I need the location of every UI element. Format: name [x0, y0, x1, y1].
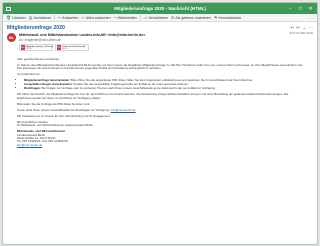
window-title: Mitgliederumfrage 2020 - Nachricht (HTML…: [114, 6, 206, 11]
list-item: Rückfragen: Bei Fragen zur Umfrage oder …: [24, 87, 303, 90]
message-subject: Mitgliederumfrage 2020: [7, 25, 65, 31]
reply-icon: ↩: [57, 15, 62, 20]
list-intro: So funktioniert es:: [17, 72, 41, 77]
title-bar: Mitgliederumfrage 2020 - Nachricht (HTML…: [3, 3, 317, 14]
contact-email-link[interactable]: info@mlm-berlin.de: [111, 108, 136, 112]
envelope-icon: ✉: [170, 15, 175, 20]
move-button[interactable]: ▭ Verschieben: [143, 15, 168, 20]
pdf-file-icon: PDF: [57, 45, 61, 50]
message-date: Di 07.04.2020 16:52: [289, 32, 313, 35]
intro-paragraph: im Namen des Mittelstandsverbandes Lande…: [17, 63, 302, 71]
attachment-size: 88 KB: [62, 47, 67, 50]
pdf-file-icon: PDF: [21, 45, 25, 50]
signature-block: Mit freundlichen Grüßen Ihr Mittelstand-…: [17, 120, 303, 147]
flag-button[interactable]: ⚑ Kennzeichnen: [214, 15, 241, 20]
reply-all-icon: ↩: [81, 15, 85, 20]
mark-read-button[interactable]: ✉ Als gelesen markieren: [171, 15, 211, 20]
folder-icon: ▭: [143, 15, 148, 20]
forward-icon: ↪: [113, 15, 117, 20]
forward-button[interactable]: ↪ Weiterleiten: [114, 15, 137, 20]
message-body: Sehr geehrte Damen und Herren, im Namen …: [3, 56, 317, 147]
mail-window: Mitgliederumfrage 2020 - Nachricht (HTML…: [2, 2, 318, 245]
attachment-item[interactable]: PDF Datenschutzhinweis.pdf 88 KB: [55, 44, 89, 51]
greeting: Sehr geehrte Damen und Herren,: [17, 57, 60, 61]
toolbar-divider: [54, 15, 55, 20]
thanks-paragraph: Wir bedanken uns im Voraus für Ihre Unte…: [17, 113, 111, 118]
flag-icon: ⚑: [213, 15, 218, 20]
signature-email-link[interactable]: info@mlm-berlin.de: [17, 143, 42, 147]
recipient-line: An: mitglieder@mlm-berlin.de: [19, 38, 62, 42]
close-button[interactable]: ✕: [307, 5, 314, 13]
trash-icon: 🗑: [6, 15, 12, 20]
delete-button[interactable]: 🗑 Löschen: [6, 15, 26, 20]
attachment-item[interactable]: PDF Mitgliederumfrage_2020.pdf 245 KB: [19, 44, 53, 51]
sender-name[interactable]: Mittelstand- und Mittelstandsunion Lande…: [19, 33, 313, 37]
message-toolbar: 🗑 Löschen ▤ Archivieren ↩ Antworten ↩ Allen …: [3, 14, 317, 22]
instruction-list: Mitgliederumfrage herunterladen: Bitte ö…: [22, 79, 303, 90]
reply-button[interactable]: ↩ Antworten: [58, 15, 79, 20]
reply-all-icon[interactable]: ↩: [296, 25, 300, 31]
closing-names: Ihr Mittelstand- und Wirtschaftsunion La…: [17, 123, 93, 128]
pdf-paragraph: Bitte laden Sie die Umfrage als PDF-Date…: [17, 101, 90, 106]
archive-button[interactable]: ▤ Archivieren: [29, 15, 52, 20]
archive-icon: ▤: [28, 15, 33, 20]
minimize-button[interactable]: −: [287, 5, 294, 13]
deadline-paragraph: Wir bitten Sie herzlich, die Mitgliederu…: [17, 92, 289, 100]
attachment-size: 245 KB: [25, 47, 32, 50]
contact-paragraph: Gerne steht Ihnen unsere Geschäftsstelle…: [17, 107, 136, 112]
message-window-icon: [6, 6, 11, 11]
more-icon[interactable]: ⋯: [309, 25, 314, 31]
maximize-button[interactable]: □: [297, 5, 304, 13]
reply-icon[interactable]: ↩: [290, 25, 294, 31]
attachment-list: PDF Mitgliederumfrage_2020.pdf 245 KB PD…: [19, 44, 313, 51]
message-header: Mitgliederumfrage 2020 ↩ ↩ → ⋯ Di 07.04.…: [3, 22, 317, 56]
toolbar-divider: [139, 15, 141, 20]
sender-avatar: ML: [7, 33, 16, 42]
forward-icon[interactable]: →: [302, 25, 307, 31]
reply-all-button[interactable]: ↩ Allen antworten: [81, 15, 110, 20]
more-options-button[interactable]: …: [310, 15, 314, 20]
